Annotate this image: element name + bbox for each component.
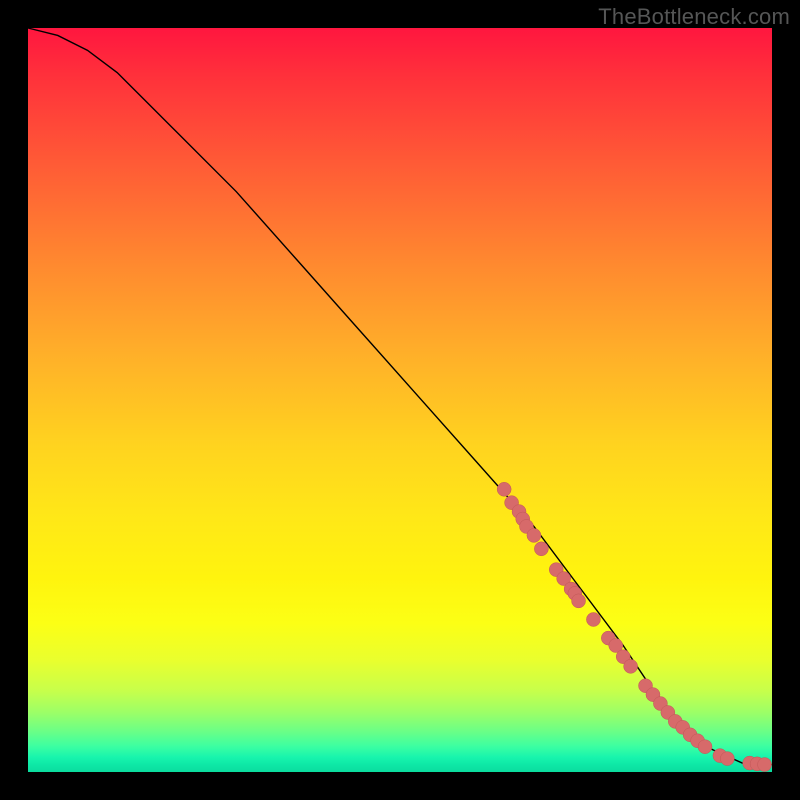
scatter-dot [534,542,548,556]
chart-frame: TheBottleneck.com [0,0,800,800]
attribution-text: TheBottleneck.com [598,4,790,30]
scatter-group [497,482,771,771]
scatter-dot [497,482,511,496]
scatter-dot [698,740,712,754]
scatter-dot [572,594,586,608]
plot-overlay [28,28,772,772]
plot-area [28,28,772,772]
scatter-dot [586,612,600,626]
scatter-dot [527,528,541,542]
scatter-dot [624,659,638,673]
scatter-dot [758,758,772,772]
scatter-dot [720,752,734,766]
curve-line [28,28,772,765]
